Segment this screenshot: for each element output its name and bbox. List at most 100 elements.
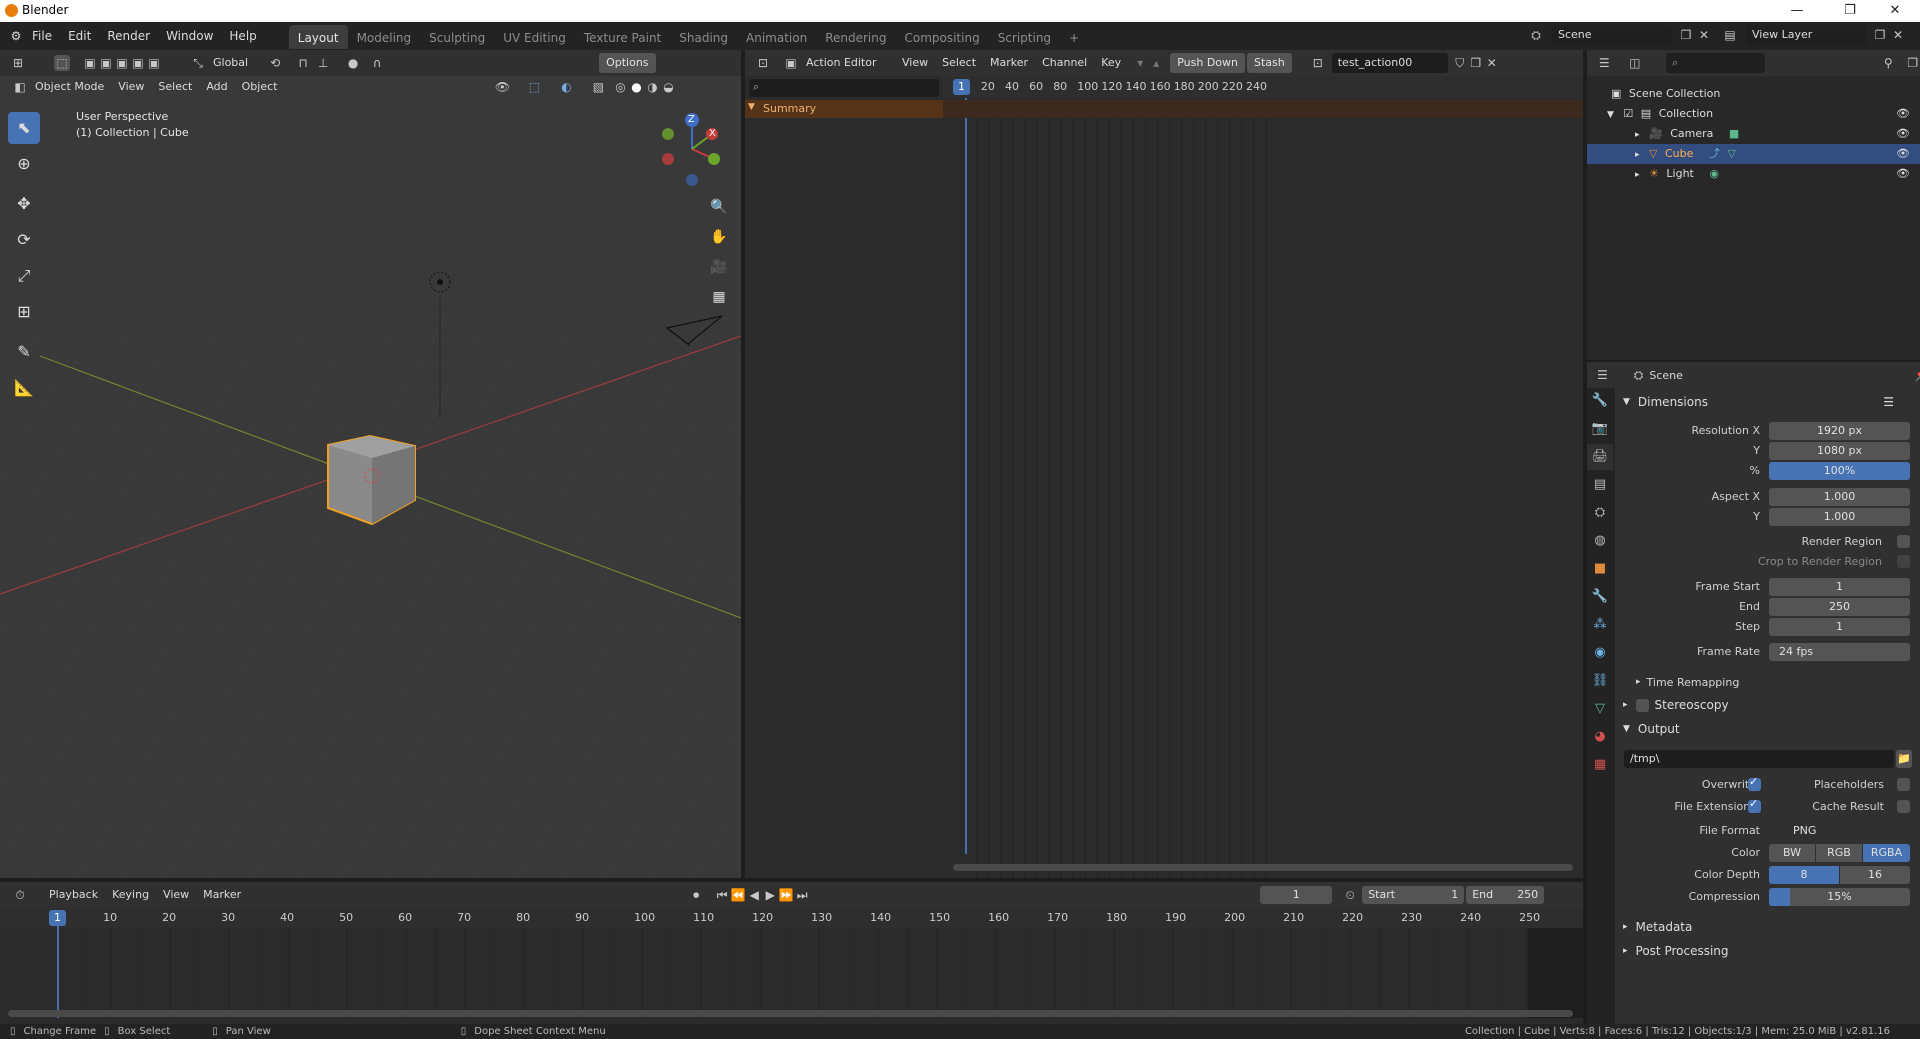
wireframe-shading-icon[interactable]: ◎ bbox=[612, 79, 628, 95]
frame-rate-dropdown[interactable]: 24 fps bbox=[1769, 643, 1910, 661]
record-icon[interactable]: ⏺ bbox=[688, 887, 704, 903]
particles-tab-icon[interactable]: ⁂ bbox=[1587, 612, 1613, 638]
render-tab-icon[interactable]: 📷 bbox=[1587, 416, 1613, 442]
timeline-menu-marker[interactable]: Marker bbox=[196, 882, 248, 908]
new-action-icon[interactable]: ❐ bbox=[1468, 55, 1484, 71]
timeline-menu-view[interactable]: View bbox=[156, 882, 196, 908]
blender-menu-icon[interactable]: ⚙ bbox=[8, 28, 24, 44]
data-tab-icon[interactable]: ▽ bbox=[1587, 696, 1613, 722]
new-scene-icon[interactable]: ❐ bbox=[1678, 27, 1694, 43]
add-workspace-button[interactable]: + bbox=[1060, 25, 1088, 49]
tab-modeling[interactable]: Modeling bbox=[348, 25, 421, 49]
resolution-percent-field[interactable]: 100% bbox=[1769, 462, 1910, 480]
timeline-area[interactable]: 1 10 20 30 40 50 60 70 80 90 100 110 120 130 140 150 16… bbox=[0, 908, 1583, 1024]
timeline-menu-keying[interactable]: Keying bbox=[105, 882, 156, 908]
zoom-icon[interactable]: 🔍 bbox=[706, 194, 732, 220]
snap-target-icon[interactable]: ⊥ bbox=[315, 55, 331, 71]
summary-channel[interactable]: ▼ Summary bbox=[745, 100, 943, 118]
viewport-menu-view[interactable]: View bbox=[111, 74, 151, 100]
physics-tab-icon[interactable]: ◉ bbox=[1587, 640, 1613, 666]
select-box-icon[interactable]: ⬚ bbox=[54, 55, 70, 71]
mode-invert-icon[interactable]: ▣ bbox=[130, 55, 146, 71]
stereoscopy-expand-icon[interactable]: ▸ bbox=[1623, 694, 1628, 716]
post-processing-panel-header[interactable]: ▸ Post Processing bbox=[1615, 940, 1920, 962]
timeline-menu-playback[interactable]: Playback bbox=[42, 882, 105, 908]
aspect-x-field[interactable]: 1.000 bbox=[1769, 488, 1910, 506]
jump-end-icon[interactable]: ⏭ bbox=[794, 887, 810, 903]
mode-new-icon[interactable]: ▣ bbox=[82, 55, 98, 71]
tab-scripting[interactable]: Scripting bbox=[989, 25, 1060, 49]
gizmo-icon[interactable]: ⬚ bbox=[526, 79, 542, 95]
pin-icon[interactable]: 📌 bbox=[1915, 367, 1920, 383]
stash-button[interactable]: Stash bbox=[1246, 53, 1292, 73]
menu-file[interactable]: File bbox=[24, 22, 60, 50]
frame-start-field[interactable]: 1 bbox=[1769, 578, 1910, 596]
frame-step-field[interactable]: 1 bbox=[1769, 618, 1910, 636]
output-panel-header[interactable]: ▼ Output bbox=[1615, 718, 1920, 740]
close-button[interactable]: ✕ bbox=[1880, 2, 1910, 20]
cursor-tool-icon[interactable]: ⊕ bbox=[8, 148, 40, 180]
menu-window[interactable]: Window bbox=[158, 22, 221, 50]
play-reverse-icon[interactable]: ◀ bbox=[746, 887, 762, 903]
camera-view-icon[interactable]: 🎥 bbox=[706, 254, 732, 280]
modifier-tab-icon[interactable]: 🔧 bbox=[1587, 584, 1613, 610]
menu-help[interactable]: Help bbox=[221, 22, 264, 50]
color-rgb-button[interactable]: RGB bbox=[1816, 844, 1862, 862]
preview-range-icon[interactable]: ⏲ bbox=[1342, 887, 1358, 903]
new-collection-icon[interactable]: ❐ bbox=[1906, 55, 1920, 71]
outliner-row-collection[interactable]: ▼ ☑ ▤ Collection 👁 bbox=[1587, 104, 1920, 124]
time-remapping-expand-icon[interactable]: ▸ bbox=[1636, 677, 1641, 687]
select-tool-icon[interactable]: ⬉ bbox=[8, 112, 40, 144]
visibility-icon[interactable]: 👁 bbox=[494, 79, 510, 95]
tab-compositing[interactable]: Compositing bbox=[895, 25, 988, 49]
scale-tool-icon[interactable]: ⤢ bbox=[8, 260, 40, 292]
tab-shading[interactable]: Shading bbox=[670, 25, 737, 49]
pan-hand-icon[interactable]: ✋ bbox=[706, 224, 732, 250]
file-extensions-checkbox[interactable] bbox=[1748, 797, 1761, 813]
scene-field[interactable]: Scene bbox=[1552, 25, 1672, 45]
resolution-x-field[interactable]: 1920 px bbox=[1769, 422, 1910, 440]
falloff-icon[interactable]: ∩ bbox=[369, 55, 385, 71]
dopesheet-menu-key[interactable]: Key bbox=[1094, 50, 1128, 76]
outliner-row-cube[interactable]: ▸ ▽ Cube ⤴ ▽ 👁 bbox=[1587, 144, 1920, 164]
action-name-field[interactable]: test_action00 bbox=[1331, 53, 1448, 73]
resolution-y-field[interactable]: 1080 px bbox=[1769, 442, 1910, 460]
outliner-editor-type-icon[interactable]: ☰ bbox=[1597, 55, 1612, 71]
camera-visibility-icon[interactable]: 👁 bbox=[1896, 124, 1910, 144]
time-remapping-subpanel[interactable]: ▸ Time Remapping bbox=[1636, 674, 1739, 690]
crop-region-checkbox[interactable] bbox=[1897, 555, 1910, 568]
snap-icon[interactable]: ⊓ bbox=[295, 55, 311, 71]
outliner-row-scene-collection[interactable]: ▣ Scene Collection bbox=[1587, 84, 1920, 104]
render-region-checkbox[interactable] bbox=[1897, 535, 1910, 548]
xray-icon[interactable]: ▧ bbox=[590, 79, 606, 95]
new-view-layer-icon[interactable]: ❐ bbox=[1872, 27, 1888, 43]
timeline-playhead-label[interactable]: 1 bbox=[49, 910, 66, 926]
summary-expand-icon[interactable]: ▼ bbox=[748, 102, 755, 112]
stereoscopy-checkbox[interactable] bbox=[1635, 698, 1649, 712]
editor-type-icon[interactable]: ⊞ bbox=[10, 55, 26, 71]
light-visibility-icon[interactable]: 👁 bbox=[1896, 164, 1910, 184]
start-frame-field[interactable]: Start 1 bbox=[1362, 886, 1465, 904]
rendered-shading-icon[interactable]: ◒ bbox=[660, 79, 676, 95]
frame-end-field[interactable]: 250 bbox=[1769, 598, 1910, 616]
dimensions-expand-icon[interactable]: ▼ bbox=[1623, 391, 1630, 413]
push-down-button[interactable]: Push Down bbox=[1170, 53, 1245, 73]
remove-scene-icon[interactable]: ✕ bbox=[1696, 27, 1712, 43]
view-layer-tab-icon[interactable]: ▤ bbox=[1587, 472, 1613, 498]
view-layer-field[interactable]: View Layer bbox=[1746, 25, 1866, 45]
measure-tool-icon[interactable]: 📐 bbox=[8, 372, 40, 404]
tab-animation[interactable]: Animation bbox=[737, 25, 816, 49]
metadata-expand-icon[interactable]: ▸ bbox=[1623, 916, 1628, 938]
file-format-dropdown[interactable]: PNG bbox=[1769, 822, 1910, 840]
camera-expand-icon[interactable]: ▸ bbox=[1635, 130, 1640, 140]
solid-shading-icon[interactable]: ● bbox=[628, 79, 644, 95]
proportional-edit-icon[interactable]: ● bbox=[345, 55, 361, 71]
end-frame-field[interactable]: End 250 bbox=[1466, 886, 1545, 904]
post-processing-expand-icon[interactable]: ▸ bbox=[1623, 940, 1628, 962]
dopesheet-area[interactable]: ⌕ 1 20 40 60 80 100 120 140 160 180 200 220 240 bbox=[745, 76, 1583, 878]
move-tool-icon[interactable]: ✥ bbox=[8, 188, 40, 220]
options-dropdown[interactable]: Options bbox=[599, 53, 656, 73]
tab-texture-paint[interactable]: Texture Paint bbox=[575, 25, 670, 49]
output-tab-icon[interactable]: 🖨 bbox=[1587, 444, 1613, 470]
jump-keyframe-forward-icon[interactable]: ⏩ bbox=[778, 887, 794, 903]
